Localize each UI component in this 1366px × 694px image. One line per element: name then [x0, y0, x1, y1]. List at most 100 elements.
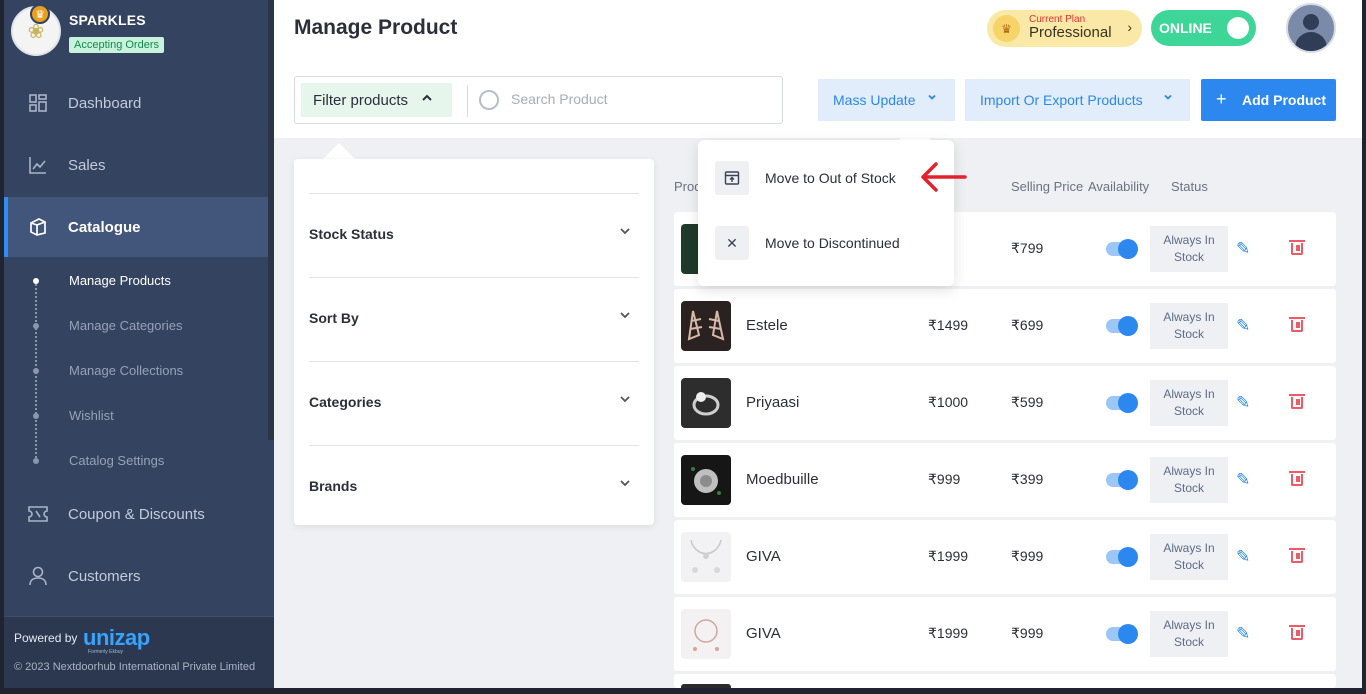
- plan-icon: ♛: [993, 15, 1020, 42]
- accepting-orders-badge: Accepting Orders: [69, 37, 164, 53]
- edit-icon[interactable]: ✎: [1236, 316, 1250, 336]
- product-name: Estele: [746, 317, 788, 334]
- delete-icon[interactable]: [1289, 315, 1305, 333]
- column-header-status: Status: [1171, 179, 1208, 194]
- delete-icon[interactable]: [1289, 623, 1305, 641]
- product-mrp: ₹1999: [928, 625, 969, 641]
- availability-toggle[interactable]: [1106, 624, 1138, 644]
- filter-sort-by[interactable]: Sort By: [309, 277, 639, 361]
- avatar[interactable]: [1286, 3, 1336, 53]
- edit-icon[interactable]: ✎: [1236, 547, 1250, 567]
- mass-update-button[interactable]: Mass Update: [818, 79, 955, 121]
- delete-lid: [1289, 394, 1305, 396]
- filter-search-bar: Filter products Search Product: [294, 76, 783, 124]
- import-export-label: Import Or Export Products: [980, 92, 1143, 108]
- sidebar-item-catalogue[interactable]: Catalogue: [4, 197, 268, 257]
- table-row[interactable]: Moedbuille ₹999 ₹399 Always In Stock ✎: [674, 443, 1336, 517]
- product-name: Moedbuille: [746, 471, 819, 488]
- product-price: ₹999: [1011, 548, 1044, 564]
- status-badge: Always In Stock: [1150, 226, 1228, 272]
- chevron-up-icon: [421, 91, 433, 107]
- filter-categories[interactable]: Categories: [309, 361, 639, 445]
- availability-toggle[interactable]: [1106, 316, 1138, 336]
- filter-section-title: Brands: [309, 478, 358, 494]
- filter-section-title: Categories: [309, 394, 382, 410]
- chevron-down-icon: [619, 308, 631, 324]
- delete-lid: [1289, 625, 1305, 627]
- add-product-label: Add Product: [1242, 92, 1326, 108]
- availability-toggle[interactable]: [1106, 393, 1138, 413]
- sidebar-item-coupons[interactable]: Coupon & Discounts: [4, 484, 268, 544]
- status-badge: Always In Stock: [1150, 534, 1228, 580]
- archive-icon: [715, 161, 749, 195]
- filter-products-button[interactable]: Filter products: [301, 83, 452, 117]
- filter-panel-caret: [322, 143, 356, 160]
- availability-toggle[interactable]: [1106, 470, 1138, 490]
- sidebar-item-label: Customers: [68, 567, 141, 585]
- edit-icon[interactable]: ✎: [1236, 624, 1250, 644]
- sidebar-item-sales[interactable]: Sales: [4, 135, 268, 195]
- avatar-head: [1303, 14, 1319, 30]
- unizap-logo: unizap: [83, 625, 150, 650]
- import-export-button[interactable]: Import Or Export Products: [965, 79, 1190, 121]
- delete-icon[interactable]: [1289, 392, 1305, 410]
- status-badge: Always In Stock: [1150, 303, 1228, 349]
- menu-item-discontinued[interactable]: ✕ Move to Discontinued: [715, 226, 945, 262]
- copyright-text: © 2023 Nextdoorhub International Private…: [14, 661, 256, 673]
- filter-stock-status[interactable]: Stock Status: [309, 193, 639, 277]
- edit-icon[interactable]: ✎: [1236, 470, 1250, 490]
- subitem-manage-products[interactable]: Manage Products: [69, 273, 171, 288]
- delete-lid: [1289, 240, 1305, 242]
- divider: [467, 85, 468, 117]
- unizap-logo-sub: Formerly Ekbuy: [88, 649, 124, 655]
- product-mrp: ₹1000: [928, 394, 969, 410]
- edit-icon[interactable]: ✎: [1236, 393, 1250, 413]
- delete-icon[interactable]: [1289, 469, 1305, 487]
- subitem-wishlist[interactable]: Wishlist: [69, 408, 114, 423]
- table-row[interactable]: Estele ₹1499 ₹699 Always In Stock ✎: [674, 289, 1336, 363]
- avatar-body: [1295, 32, 1327, 51]
- table-row[interactable]: GIVA ₹1999 ₹999 Always In Stock ✎: [674, 520, 1336, 594]
- online-toggle[interactable]: ONLINE: [1151, 10, 1256, 46]
- close-icon: ✕: [715, 226, 749, 260]
- submenu-dot: [33, 458, 39, 464]
- submenu-dot: [33, 413, 39, 419]
- add-product-button[interactable]: + Add Product: [1201, 79, 1336, 121]
- online-label: ONLINE: [1159, 20, 1212, 36]
- current-plan-pill[interactable]: ♛ Current Plan Professional ›: [987, 10, 1142, 47]
- dropdown-caret: [899, 124, 931, 140]
- submenu-dot: [33, 278, 39, 284]
- edit-icon[interactable]: ✎: [1236, 239, 1250, 259]
- delete-body: [1291, 474, 1303, 486]
- delete-icon[interactable]: [1289, 238, 1305, 256]
- filter-products-label: Filter products: [313, 92, 409, 109]
- column-header-availability: Availability: [1088, 179, 1150, 194]
- user-icon: [28, 566, 48, 586]
- table-row[interactable]: Priyaasi ₹1000 ₹599 Always In Stock ✎: [674, 366, 1336, 440]
- table-row[interactable]: [674, 674, 1336, 688]
- annotation-arrow-icon: [921, 162, 967, 192]
- table-row[interactable]: GIVA ₹1999 ₹999 Always In Stock ✎: [674, 597, 1336, 671]
- availability-toggle[interactable]: [1106, 547, 1138, 567]
- sidebar-item-label: Coupon & Discounts: [68, 505, 205, 523]
- filter-section-title: Sort By: [309, 310, 359, 326]
- product-price: ₹999: [1011, 625, 1044, 641]
- product-mrp: ₹1999: [928, 548, 969, 564]
- search-input[interactable]: Search Product: [511, 91, 608, 107]
- filter-section-title: Stock Status: [309, 226, 394, 242]
- sidebar-item-customers[interactable]: Customers: [4, 546, 268, 606]
- subitem-manage-categories[interactable]: Manage Categories: [69, 318, 182, 333]
- menu-item-out-of-stock[interactable]: Move to Out of Stock: [715, 161, 945, 197]
- coupon-icon: [28, 504, 48, 524]
- subitem-catalog-settings[interactable]: Catalog Settings: [69, 453, 164, 468]
- mass-update-menu: Move to Out of Stock ✕ Move to Discontin…: [698, 140, 954, 286]
- plus-icon: +: [1216, 89, 1227, 109]
- status-badge: Always In Stock: [1150, 457, 1228, 503]
- filter-brands[interactable]: Brands: [309, 445, 639, 529]
- delete-icon[interactable]: [1289, 546, 1305, 564]
- delete-lid: [1289, 471, 1305, 473]
- availability-toggle[interactable]: [1106, 239, 1138, 259]
- sidebar-item-dashboard[interactable]: Dashboard: [4, 73, 268, 133]
- product-price: ₹399: [1011, 471, 1044, 487]
- subitem-manage-collections[interactable]: Manage Collections: [69, 363, 183, 378]
